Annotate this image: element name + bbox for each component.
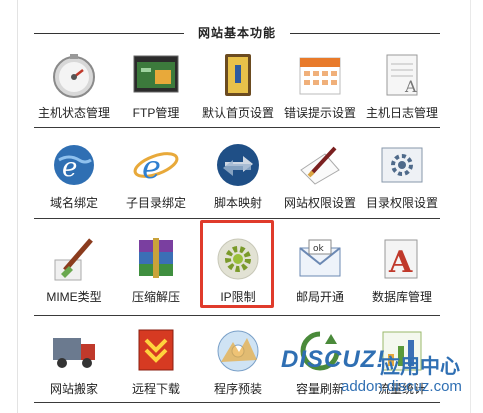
tile-label: 数据库管理 — [371, 290, 432, 304]
watermark-brand-suffix: 应用中心 — [380, 356, 460, 378]
tile-label: 脚本映射 — [213, 196, 262, 210]
tile-host-log[interactable]: A 主机日志管理 — [361, 50, 443, 134]
document-icon: A — [386, 54, 418, 96]
function-row-2: e 域名绑定 e 子目录绑定 脚本映射 网站权限设置 目录权限设置 — [33, 140, 443, 224]
sync-arrows-icon — [217, 144, 259, 186]
watermark: DISCUZ! 应用中心 addon.discuz.com — [245, 336, 475, 404]
pen-paper-icon — [300, 146, 340, 185]
tile-label: 默认首页设置 — [201, 106, 274, 120]
tile-site-migration[interactable]: 网站搬家 — [33, 326, 115, 410]
function-row-3: MIME类型 压缩解压 IP限制 ok 邮局开通 A 数据库管理 — [33, 220, 443, 318]
tile-label: 压缩解压 — [131, 290, 180, 304]
tile-site-permissions[interactable]: 网站权限设置 — [279, 140, 361, 224]
watermark-site: addon.discuz.com — [341, 378, 462, 395]
tile-label: FTP管理 — [132, 106, 180, 120]
svg-text:ok: ok — [313, 244, 325, 254]
tile-label: 错误提示设置 — [283, 106, 356, 120]
row-divider — [34, 315, 440, 316]
tile-label: 主机状态管理 — [37, 106, 110, 120]
tile-label: 子目录绑定 — [125, 196, 186, 210]
tile-script-mapping[interactable]: 脚本映射 — [197, 140, 279, 224]
function-panel: 网站基本功能 主机状态管理 FTP管理 默认首页设置 错误提示设置 A 主机日志… — [0, 0, 483, 413]
tile-label: 域名绑定 — [49, 196, 98, 210]
tile-dir-permissions[interactable]: 目录权限设置 — [361, 140, 443, 224]
tile-ftp[interactable]: FTP管理 — [115, 50, 197, 134]
download-icon — [138, 329, 174, 371]
tile-label: 网站搬家 — [49, 382, 98, 396]
gear-window-icon — [381, 147, 423, 183]
section-title: 网站基本功能 — [197, 26, 276, 40]
svg-text:e: e — [62, 153, 77, 183]
svg-text:A: A — [404, 77, 417, 96]
tile-error-prompt[interactable]: 错误提示设置 — [279, 50, 361, 134]
database-icon: A — [384, 239, 418, 280]
row-divider — [34, 127, 440, 128]
section-header-line-right — [290, 33, 440, 34]
tile-host-status[interactable]: 主机状态管理 — [33, 50, 115, 134]
binder-icon — [225, 54, 251, 96]
calendar-icon — [299, 57, 341, 95]
ftp-window-icon — [133, 55, 179, 93]
section-header: 网站基本功能 — [34, 24, 440, 42]
ie-icon: e — [133, 148, 179, 186]
gauge-icon — [53, 54, 95, 98]
svg-text:e: e — [142, 148, 161, 186]
tile-label: 网站权限设置 — [283, 196, 356, 210]
tile-mail-service[interactable]: ok 邮局开通 — [279, 234, 361, 318]
row-divider — [34, 218, 440, 219]
tile-compress[interactable]: 压缩解压 — [115, 234, 197, 318]
tile-database[interactable]: A 数据库管理 — [361, 234, 443, 318]
svg-text:A: A — [388, 245, 413, 280]
brush-icon — [54, 238, 93, 281]
tile-default-homepage[interactable]: 默认首页设置 — [197, 50, 279, 134]
tile-label: IP限制 — [220, 290, 256, 304]
watermark-brand: DISCUZ! — [281, 346, 386, 373]
tile-domain-binding[interactable]: e 域名绑定 — [33, 140, 115, 224]
tile-label: 目录权限设置 — [365, 196, 438, 210]
tile-label: MIME类型 — [46, 290, 102, 304]
truck-icon — [53, 338, 95, 368]
tile-remote-download[interactable]: 远程下载 — [115, 326, 197, 410]
tile-label: 主机日志管理 — [365, 106, 438, 120]
panel-left-border — [17, 0, 18, 413]
section-header-line-left — [34, 33, 184, 34]
mail-icon: ok — [299, 239, 341, 277]
tile-ip-restriction[interactable]: IP限制 — [197, 220, 279, 318]
tile-mime-type[interactable]: MIME类型 — [33, 234, 115, 318]
globe-ie-icon: e — [54, 145, 94, 185]
tile-subdir-binding[interactable]: e 子目录绑定 — [115, 140, 197, 224]
tile-label: 远程下载 — [131, 382, 180, 396]
function-row-1: 主机状态管理 FTP管理 默认首页设置 错误提示设置 A 主机日志管理 — [33, 50, 443, 134]
tile-label: 邮局开通 — [295, 290, 344, 304]
archive-icon — [139, 238, 173, 278]
gear-circle-icon — [217, 238, 259, 280]
